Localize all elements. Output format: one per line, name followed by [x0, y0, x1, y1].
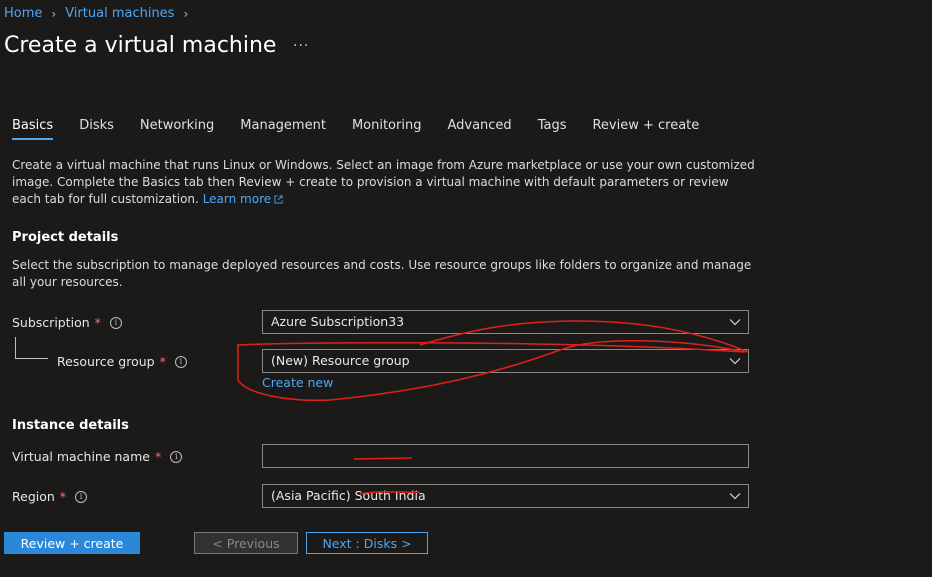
subscription-label: Subscription * i: [12, 315, 122, 330]
learn-more-label: Learn more: [202, 192, 272, 206]
chevron-down-icon: [729, 319, 741, 326]
instance-details-title: Instance details: [12, 418, 129, 433]
tab-networking[interactable]: Networking: [140, 118, 214, 139]
resource-group-value: (New) Resource group: [271, 353, 410, 368]
chevron-down-icon: [729, 493, 741, 500]
tab-review-create[interactable]: Review + create: [592, 118, 699, 139]
previous-button[interactable]: < Previous: [194, 532, 298, 554]
chevron-right-icon: ›: [183, 6, 189, 21]
subscription-select[interactable]: Azure Subscription33: [262, 310, 749, 334]
resource-group-select[interactable]: (New) Resource group: [262, 349, 749, 373]
page-title: Create a virtual machine: [4, 33, 277, 58]
tab-management[interactable]: Management: [240, 118, 326, 139]
vm-name-label: Virtual machine name * i: [12, 449, 183, 464]
vm-name-input[interactable]: [262, 444, 749, 468]
info-icon[interactable]: i: [109, 316, 122, 329]
tab-advanced[interactable]: Advanced: [447, 118, 511, 139]
tab-basics[interactable]: Basics: [12, 118, 54, 140]
required-marker: *: [154, 449, 162, 464]
info-icon[interactable]: i: [75, 490, 88, 503]
required-marker: *: [59, 489, 67, 504]
project-details-title: Project details: [12, 230, 119, 245]
vm-name-label-text: Virtual machine name: [12, 449, 150, 464]
subscription-label-text: Subscription: [12, 315, 90, 330]
breadcrumb-home-link[interactable]: Home: [4, 6, 42, 21]
info-icon[interactable]: i: [174, 355, 187, 368]
resource-group-label: Resource group * i: [57, 354, 187, 369]
intro-description: Create a virtual machine that runs Linux…: [12, 158, 755, 206]
tree-connector: [15, 358, 48, 359]
subscription-value: Azure Subscription33: [271, 314, 405, 329]
next-disks-button[interactable]: Next : Disks >: [306, 532, 428, 554]
tab-disks[interactable]: Disks: [79, 118, 114, 139]
region-value: (Asia Pacific) South India: [271, 488, 426, 503]
region-label-text: Region: [12, 489, 55, 504]
tree-connector: [15, 337, 16, 359]
create-new-resource-group-link[interactable]: Create new: [262, 375, 333, 390]
review-create-button[interactable]: Review + create: [4, 532, 140, 554]
resource-group-label-text: Resource group: [57, 354, 155, 369]
tab-monitoring[interactable]: Monitoring: [352, 118, 422, 139]
chevron-right-icon: ›: [51, 6, 57, 21]
learn-more-link[interactable]: Learn more: [203, 192, 283, 206]
chevron-down-icon: [729, 358, 741, 365]
more-options-button[interactable]: ···: [293, 38, 309, 54]
breadcrumb-virtual-machines-link[interactable]: Virtual machines: [65, 6, 174, 21]
project-details-description: Select the subscription to manage deploy…: [12, 258, 752, 289]
required-marker: *: [94, 315, 101, 330]
tab-bar: Basics Disks Networking Management Monit…: [12, 118, 725, 140]
external-link-icon: [274, 195, 283, 204]
region-select[interactable]: (Asia Pacific) South India: [262, 484, 749, 508]
tab-tags[interactable]: Tags: [538, 118, 567, 139]
required-marker: *: [159, 354, 166, 369]
intro-text: Create a virtual machine that runs Linux…: [12, 157, 757, 208]
breadcrumb: Home › Virtual machines ›: [4, 6, 197, 21]
info-icon[interactable]: i: [170, 450, 183, 463]
region-label: Region * i: [12, 489, 88, 504]
